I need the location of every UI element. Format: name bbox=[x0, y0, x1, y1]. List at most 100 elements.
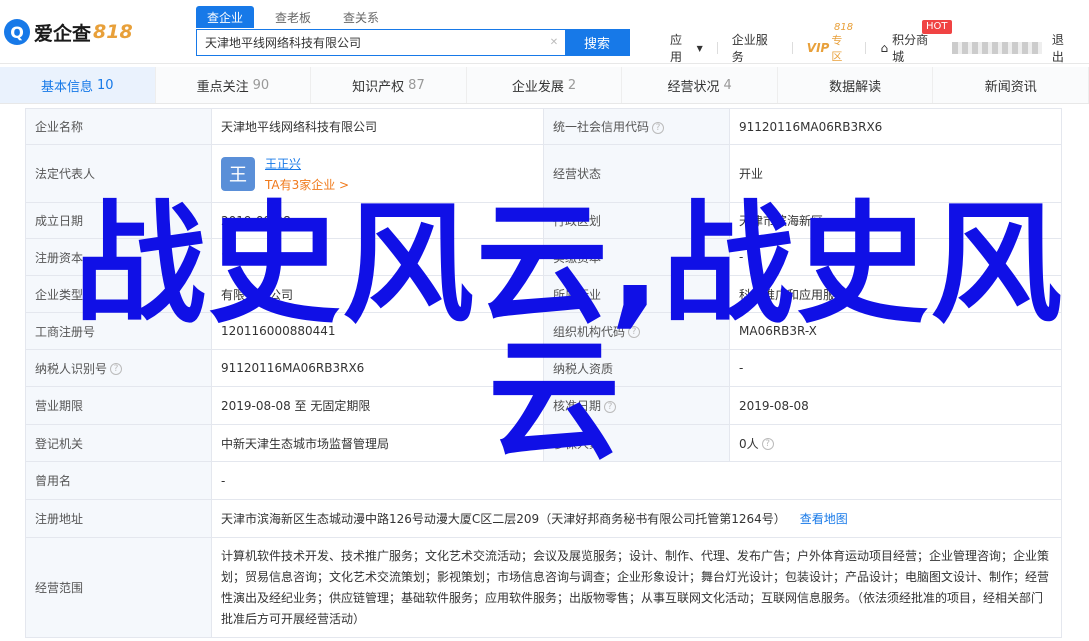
scope-value: 计算机软件技术开发、技术推广服务；文化艺术交流活动；会议及展览服务；设计、制作、… bbox=[211, 537, 1062, 638]
founded-label: 成立日期 bbox=[25, 202, 212, 239]
search-tab-relation[interactable]: 查关系 bbox=[332, 6, 390, 28]
term-value: 2019-08-08 至 无固定期限 bbox=[211, 386, 544, 425]
taxpayer-id-value: 91120116MA06RB3RX6 bbox=[211, 349, 544, 387]
table-row: 企业名称 天津地平线网络科技有限公司 统一社会信用代码? 91120116MA0… bbox=[25, 108, 1062, 145]
nav-logout[interactable]: 退出 bbox=[1052, 31, 1075, 65]
help-icon[interactable]: ? bbox=[652, 121, 665, 134]
former-name-value: - bbox=[211, 461, 1062, 500]
vip-label: VIP bbox=[806, 41, 830, 55]
logo-sub: 818 bbox=[93, 21, 133, 43]
search-input[interactable] bbox=[197, 30, 543, 55]
nav-points-label: 积分商城 bbox=[892, 33, 929, 64]
industry-label: 所属行业 bbox=[543, 275, 730, 313]
nav-divider bbox=[791, 42, 793, 54]
top-nav: 应用 ▼ 企业服务 VIP 专区 ⌂ 积分商城 退出 bbox=[670, 31, 1089, 65]
tab-count: 4 bbox=[723, 77, 732, 93]
table-row: 纳税人识别号? 91120116MA06RB3RX6 纳税人资质 - bbox=[25, 349, 1062, 387]
table-row: 法定代表人 王 王正兴 TA有3家企业 > 经营状态 开业 bbox=[25, 144, 1062, 203]
approval-label: 核准日期? bbox=[543, 386, 730, 425]
legal-rep-label: 法定代表人 bbox=[25, 144, 212, 203]
table-row: 经营范围 计算机软件技术开发、技术推广服务；文化艺术交流活动；会议及展览服务；设… bbox=[25, 537, 1062, 638]
insured-value: 0人? bbox=[729, 424, 1062, 462]
insured-label: 参保人数 bbox=[543, 424, 730, 462]
tab-ip[interactable]: 知识产权 87 bbox=[311, 67, 467, 103]
table-row: 登记机关 中新天津生态城市场监督管理局 参保人数 0人? bbox=[25, 424, 1062, 462]
term-label: 营业期限 bbox=[25, 386, 212, 425]
chevron-down-icon: ▼ bbox=[696, 43, 703, 53]
tab-label: 基本信息 bbox=[41, 79, 94, 95]
tab-operations[interactable]: 经营状况 4 bbox=[622, 67, 778, 103]
logo-mark: Q bbox=[4, 19, 30, 45]
help-icon[interactable]: ? bbox=[628, 326, 641, 338]
tab-news[interactable]: 新闻资讯 bbox=[933, 67, 1089, 103]
search-tab-company[interactable]: 查企业 bbox=[196, 6, 255, 28]
table-row: 成立日期 2019-08-08 行政区划 天津市滨海新区 bbox=[25, 202, 1062, 239]
founded-value: 2019-08-08 bbox=[211, 202, 544, 239]
tab-basic-info[interactable]: 基本信息 10 bbox=[0, 67, 156, 103]
tab-data-insight[interactable]: 数据解读 bbox=[778, 67, 934, 103]
tab-key-focus[interactable]: 重点关注 90 bbox=[156, 67, 312, 103]
basic-info-table: 企业名称 天津地平线网络科技有限公司 统一社会信用代码? 91120116MA0… bbox=[25, 108, 1062, 638]
search-tab-boss[interactable]: 查老板 bbox=[264, 6, 322, 28]
nav-divider bbox=[716, 42, 718, 54]
nav-logout-label: 退出 bbox=[1051, 33, 1064, 64]
table-row: 注册地址 天津市滨海新区生态城动漫中路126号动漫大厦C区二层209（天津好邦商… bbox=[25, 499, 1062, 538]
tab-label: 数据解读 bbox=[829, 79, 882, 95]
taxpayer-qual-value: - bbox=[729, 349, 1062, 387]
table-row: 工商注册号 120116000880441 组织机构代码? MA06RB3R-X bbox=[25, 312, 1062, 350]
reg-capital-value: 100万(元) bbox=[211, 238, 544, 276]
type-label: 企业类型 bbox=[25, 275, 212, 313]
paid-capital-value: - bbox=[729, 238, 1062, 276]
tab-label: 知识产权 bbox=[352, 79, 405, 95]
authority-label: 登记机关 bbox=[25, 424, 212, 462]
vip-sub-label: 专区 bbox=[831, 34, 843, 63]
nav-vip[interactable]: VIP 专区 bbox=[807, 32, 852, 64]
nav-app[interactable]: 应用 ▼ bbox=[670, 31, 703, 65]
former-name-label: 曾用名 bbox=[25, 461, 212, 500]
legal-rep-name[interactable]: 王正兴 bbox=[265, 155, 349, 172]
user-avatar[interactable] bbox=[951, 42, 1042, 54]
help-icon[interactable]: ? bbox=[110, 363, 123, 375]
top-header: Q 爱企查 818 查企业 查老板 查关系 ✕ 搜索 818 HOT 应用 ▼ … bbox=[0, 0, 1089, 64]
table-row: 曾用名 - bbox=[25, 461, 1062, 500]
approval-value: 2019-08-08 bbox=[729, 386, 1062, 425]
view-map-link[interactable]: 查看地图 bbox=[800, 512, 848, 526]
nav-divider bbox=[865, 42, 867, 54]
address-cell: 天津市滨海新区生态城动漫中路126号动漫大厦C区二层209（天津好邦商务秘书有限… bbox=[211, 499, 1062, 538]
scope-label: 经营范围 bbox=[25, 537, 212, 638]
nav-app-label: 应用 bbox=[670, 33, 683, 64]
status-value: 开业 bbox=[729, 144, 1062, 203]
authority-value: 中新天津生态城市场监督管理局 bbox=[211, 424, 544, 462]
clear-icon[interactable]: ✕ bbox=[543, 30, 565, 55]
company-name-value: 天津地平线网络科技有限公司 bbox=[211, 108, 544, 145]
legal-rep-companies-link[interactable]: TA有3家企业 > bbox=[265, 176, 349, 193]
nav-enterprise-service[interactable]: 企业服务 bbox=[732, 31, 778, 65]
search-tabs: 查企业 查老板 查关系 bbox=[196, 6, 400, 28]
org-code-label: 组织机构代码? bbox=[543, 312, 730, 350]
industry-value: 科技推广和应用服务业 bbox=[729, 275, 1062, 313]
help-icon[interactable]: ? bbox=[604, 400, 617, 413]
nav-enterprise-service-label: 企业服务 bbox=[731, 33, 768, 64]
company-name-label: 企业名称 bbox=[25, 108, 212, 145]
legal-rep-avatar[interactable]: 王 bbox=[221, 156, 255, 191]
tab-count: 87 bbox=[408, 77, 425, 93]
search-box: ✕ 搜索 bbox=[196, 29, 630, 56]
section-tabs: 基本信息 10 重点关注 90 知识产权 87 企业发展 2 经营状况 4 数据解读 新闻… bbox=[0, 67, 1089, 104]
reg-no-value: 120116000880441 bbox=[211, 312, 544, 350]
tab-label: 新闻资讯 bbox=[984, 79, 1037, 95]
type-value: 有限责任公司 bbox=[211, 275, 544, 313]
search-button[interactable]: 搜索 bbox=[565, 30, 629, 55]
gift-icon: ⌂ bbox=[880, 41, 889, 55]
tab-count: 10 bbox=[97, 77, 114, 93]
nav-points[interactable]: ⌂ 积分商城 bbox=[880, 31, 937, 65]
site-logo[interactable]: Q 爱企查 818 bbox=[4, 16, 133, 48]
help-icon[interactable]: ? bbox=[761, 438, 774, 450]
credit-code-label: 统一社会信用代码? bbox=[543, 108, 730, 145]
paid-capital-label: 实缴资本 bbox=[543, 238, 730, 276]
table-row: 注册资本 100万(元) 实缴资本 - bbox=[25, 238, 1062, 276]
taxpayer-id-label: 纳税人识别号? bbox=[25, 349, 212, 387]
credit-code-value: 91120116MA06RB3RX6 bbox=[729, 108, 1062, 145]
legal-rep-cell: 王 王正兴 TA有3家企业 > bbox=[211, 144, 544, 203]
tab-development[interactable]: 企业发展 2 bbox=[467, 67, 623, 103]
logo-text: 爱企查 bbox=[34, 22, 92, 45]
